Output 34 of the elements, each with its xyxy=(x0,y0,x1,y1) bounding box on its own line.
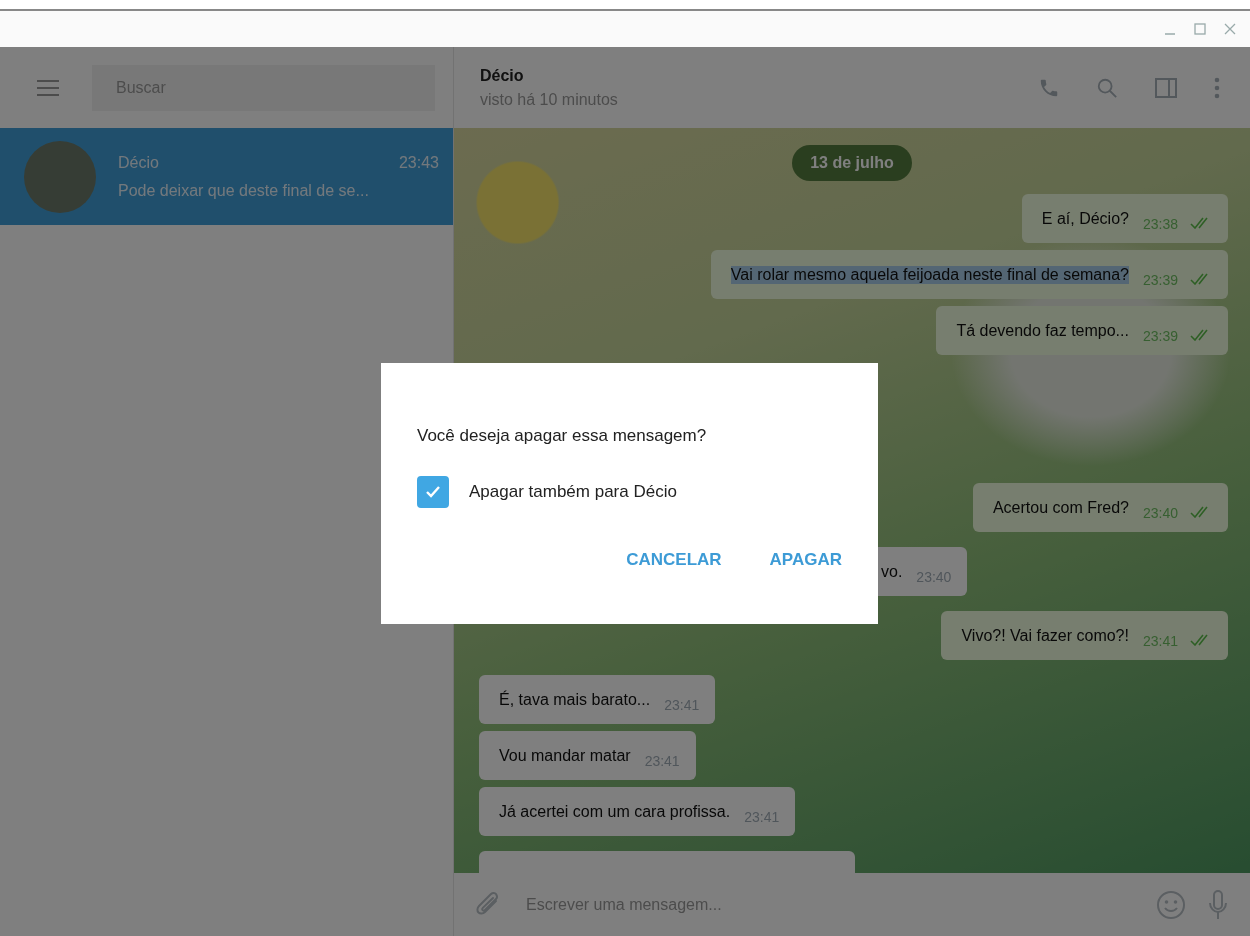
more-options-icon[interactable] xyxy=(1214,76,1220,99)
message-text: E aí, Décio? xyxy=(1041,209,1129,228)
message-text: Vai rolar mesmo aquela feijoada neste final de semana? xyxy=(730,265,1129,284)
emoji-icon[interactable] xyxy=(1156,889,1186,920)
date-badge: 13 de julho xyxy=(792,145,912,181)
message-time: 23:40 xyxy=(1142,504,1178,521)
side-panel-icon[interactable] xyxy=(1154,76,1178,99)
chat-preview: Pode deixar que deste final de se... xyxy=(118,181,370,200)
chat-name: Décio xyxy=(118,153,159,172)
chat-time: 23:43 xyxy=(398,153,439,172)
close-icon[interactable] xyxy=(1224,23,1236,35)
dialog-question: Você deseja apagar essa mensagem? xyxy=(417,426,708,446)
message-time: 23:38 xyxy=(1142,215,1178,232)
checkbox-label: Apagar também para Décio xyxy=(469,482,677,502)
maximize-icon[interactable] xyxy=(1194,23,1206,35)
check-icon xyxy=(425,485,441,499)
contact-name: Décio xyxy=(480,66,525,85)
checkbox[interactable] xyxy=(417,476,449,508)
message-text: Vivo?! Vai fazer como?! xyxy=(961,626,1129,645)
microphone-icon[interactable] xyxy=(1208,888,1228,921)
message-text: Tá devendo faz tempo... xyxy=(956,321,1129,340)
message-time: 23:39 xyxy=(1142,271,1178,288)
message-text: É, tava mais barato... xyxy=(499,690,651,709)
chat-list-item[interactable]: Décio 23:43 Pode deixar que deste final de se... xyxy=(0,128,453,225)
message-text: Vou mandar matar xyxy=(499,746,631,765)
search-icon[interactable] xyxy=(1096,76,1118,99)
message-text: Já acertei com um cara profissa. xyxy=(499,802,731,821)
message-time: 23:41 xyxy=(1142,632,1178,649)
message-time: 23:39 xyxy=(1142,327,1178,344)
dialog-button[interactable]: CANCELAR xyxy=(612,542,736,578)
message-text: Acertou com Fred? xyxy=(992,498,1129,517)
dialog-button[interactable]: APAGAR xyxy=(755,542,856,578)
menu-icon[interactable] xyxy=(36,78,60,97)
message-text: vo. xyxy=(881,562,903,581)
